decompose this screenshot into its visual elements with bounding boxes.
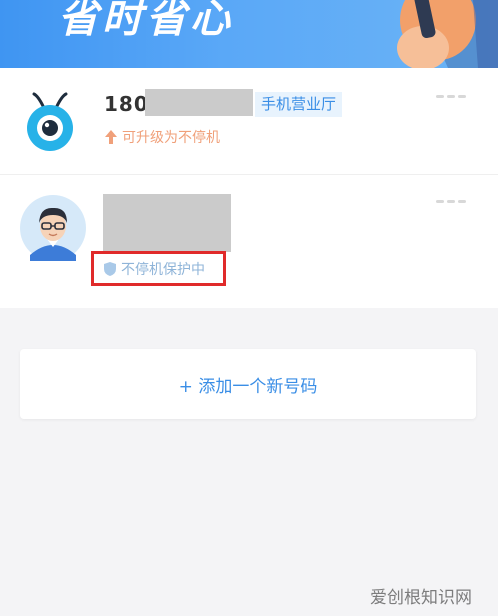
protection-status-badge: 不停机保护中 [91,251,226,286]
business-hall-tag[interactable]: 手机营业厅 [255,92,343,117]
user-avatar-icon [20,195,86,261]
shield-icon [104,261,116,276]
account-row[interactable]: 180 手机营业厅 可升级为不停机 [0,68,498,175]
phone-number: 180 [104,92,149,116]
account-row[interactable]: 不停机保护中 [0,175,498,308]
arrow-up-icon [105,130,117,144]
upgrade-link[interactable]: 可升级为不停机 [104,127,220,147]
promo-banner[interactable]: 省时省心 [0,0,498,68]
protection-status-text: 不停机保护中 [121,261,205,278]
add-number-button[interactable]: + 添加一个新号码 [20,349,476,419]
redacted-phone-number [103,194,231,252]
mascot-avatar-icon [27,92,73,151]
banner-slogan: 省时省心 [58,0,234,42]
watermark-text: 爱创根知识网 [370,588,472,608]
more-options-icon[interactable] [436,95,466,103]
redacted-digits [145,89,253,116]
banner-illustration [397,0,498,68]
account-list: 180 手机营业厅 可升级为不停机 不停机保护中 [0,68,498,308]
upgrade-label: 可升级为不停机 [122,130,220,146]
more-options-icon[interactable] [436,200,466,208]
